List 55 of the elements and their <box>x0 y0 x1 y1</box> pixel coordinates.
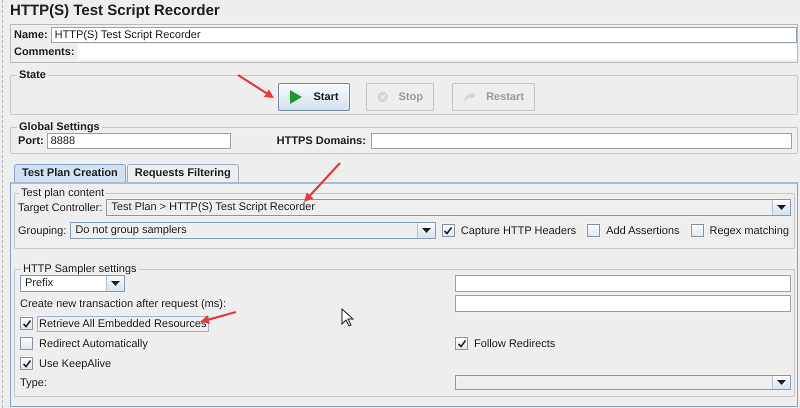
section-title: HTTP Sampler settings <box>22 263 138 275</box>
field-label: HTTPS Domains: <box>276 135 367 147</box>
port-field[interactable]: 8888 <box>46 133 231 149</box>
mouse-cursor-icon <box>341 308 354 327</box>
name-field[interactable]: HTTP(S) Test Script Recorder <box>50 26 797 42</box>
checkbox[interactable] <box>690 224 704 237</box>
dropdown-arrow-button[interactable] <box>772 376 790 389</box>
section-title: Global Settings <box>18 121 101 133</box>
section-title: State <box>18 69 47 81</box>
tab[interactable]: Requests Filtering <box>126 164 239 182</box>
dropdown-arrow-button[interactable] <box>772 200 790 215</box>
arrow <box>304 162 341 202</box>
prefix-field[interactable] <box>455 275 791 292</box>
field-label: Name: <box>13 28 49 40</box>
arrow <box>237 74 274 98</box>
checkbox-label[interactable]: Capture HTTP Headers <box>458 222 578 238</box>
checkbox-label[interactable]: Redirect Automatically <box>37 336 150 352</box>
checkbox[interactable] <box>587 224 600 237</box>
checkbox[interactable] <box>20 357 33 370</box>
start-button[interactable]: Start <box>278 83 350 111</box>
check-icon <box>22 359 32 368</box>
check-icon <box>22 319 32 328</box>
caret-icon <box>777 380 786 385</box>
check-icon <box>456 339 466 348</box>
checkbox[interactable] <box>20 337 33 350</box>
checkbox-label[interactable]: Retrieve All Embedded Resources <box>37 316 209 332</box>
caret-icon <box>777 205 786 210</box>
window-title: HTTP(S) Test Script Recorder <box>10 1 221 21</box>
checkbox-label[interactable]: Regex matching <box>708 222 791 238</box>
comments-field[interactable] <box>78 44 797 60</box>
transaction-field[interactable] <box>455 295 791 312</box>
field-label: Create new transaction after request (ms): <box>20 298 228 310</box>
check-icon <box>443 226 454 235</box>
checkbox-label[interactable]: Use KeepAlive <box>37 356 114 372</box>
field-label: Target Controller: <box>18 202 102 214</box>
field-label: Grouping: <box>18 224 66 236</box>
field-label: Port: <box>17 135 45 147</box>
tab[interactable]: Test Plan Creation <box>14 164 126 182</box>
play-icon <box>289 89 304 105</box>
grouping-dropdown[interactable]: Do not group samplers <box>70 222 436 239</box>
caret-icon <box>111 281 120 286</box>
checkbox-label[interactable]: Follow Redirects <box>472 336 558 352</box>
checkbox[interactable] <box>20 317 33 330</box>
target-controller-dropdown[interactable]: Test Plan > HTTP(S) Test Script Recorder <box>106 199 791 216</box>
field-label: Comments: <box>13 46 76 58</box>
dropdown-arrow-button[interactable] <box>416 223 435 238</box>
checkbox[interactable] <box>442 224 455 237</box>
https-domains-field[interactable] <box>370 133 792 149</box>
section-title: Test plan content <box>20 187 106 199</box>
field-label: Type: <box>20 376 48 388</box>
checkbox-label[interactable]: Add Assertions <box>604 222 682 238</box>
dropdown-arrow-button[interactable] <box>106 276 124 291</box>
checkbox[interactable] <box>455 337 468 350</box>
naming-dropdown[interactable]: Prefix <box>20 275 125 292</box>
caret-icon <box>422 228 431 233</box>
